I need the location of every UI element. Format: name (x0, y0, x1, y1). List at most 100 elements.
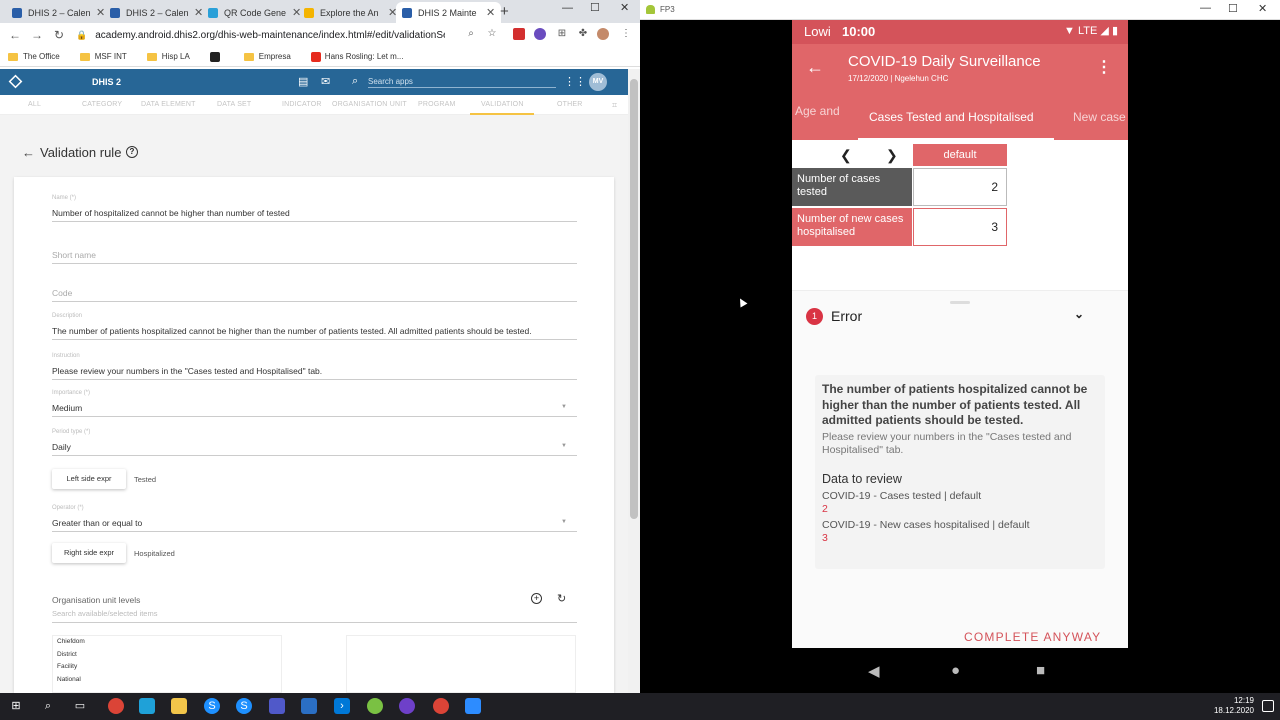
period-type-select[interactable]: Period type (*) Daily ▼ (52, 429, 577, 456)
tab-program[interactable]: PROGRAM (418, 101, 456, 108)
code-field[interactable]: Code (52, 287, 577, 302)
tab-data-element[interactable]: DATA ELEMENT (141, 101, 196, 108)
back-icon[interactable]: ← (4, 28, 26, 42)
back-arrow-icon[interactable]: ← (22, 145, 35, 160)
tab-all[interactable]: ALL (28, 101, 41, 108)
list-item[interactable]: District (53, 649, 281, 662)
chevron-right-icon[interactable]: ❯ (886, 147, 898, 164)
description-field[interactable]: Description The number of patients hospi… (52, 313, 577, 340)
task-view-icon[interactable]: ▭ (72, 698, 88, 714)
new-tab-plus-icon[interactable]: + (500, 3, 509, 20)
browser-tab-5-active[interactable]: DHIS 2 Mainte ✕ (396, 2, 502, 23)
pdf-extension-icon[interactable] (513, 28, 525, 40)
star-icon[interactable]: ☆ (486, 28, 498, 40)
bookmark-item[interactable]: The Office (8, 52, 60, 61)
file-explorer-icon[interactable] (171, 698, 187, 714)
browser-tab-4[interactable]: Explore the An ✕ (298, 2, 403, 23)
tab-organisation-unit[interactable]: ORGANISATION UNIT (332, 101, 407, 108)
scrollbar-thumb[interactable] (630, 79, 638, 519)
forward-icon[interactable]: → (26, 28, 48, 42)
bookmark-item[interactable]: Empresa (243, 52, 291, 61)
bookmark-item[interactable] (209, 51, 224, 62)
tab-new-cases[interactable]: New case (1073, 110, 1126, 124)
tab-cases-tested-hospitalised[interactable]: Cases Tested and Hospitalised (869, 110, 1034, 124)
tab-other[interactable]: OTHER (557, 101, 583, 108)
close-icon[interactable]: ✕ (486, 6, 495, 19)
back-arrow-icon[interactable]: ← (806, 57, 824, 78)
instruction-field[interactable]: Instruction Please review your numbers i… (52, 353, 577, 380)
close-window-icon[interactable]: ✕ (620, 1, 629, 14)
help-icon[interactable]: ? (126, 146, 138, 158)
browser-tab-1[interactable]: DHIS 2 – Calen ✕ (6, 2, 111, 23)
powershell-icon[interactable]: › (334, 698, 350, 714)
chevron-down-icon[interactable]: ⌄ (1074, 307, 1084, 321)
search-apps-input[interactable] (368, 75, 556, 88)
outlook-icon[interactable] (301, 698, 317, 714)
store-icon[interactable] (139, 698, 155, 714)
puzzle-icon[interactable]: ✤ (577, 28, 589, 40)
messages-icon[interactable]: ▤ (298, 75, 308, 88)
apps-grid-icon[interactable]: ⋮⋮ (564, 75, 586, 88)
notification-icon[interactable] (1262, 700, 1274, 712)
taskbar-clock[interactable]: 12:19 18.12.2020 (1214, 696, 1254, 716)
user-avatar[interactable]: MV (589, 73, 607, 91)
name-field[interactable]: Name (*) Number of hospitalized cannot b… (52, 195, 577, 222)
tab-category[interactable]: CATEGORY (82, 101, 122, 108)
maximize-icon[interactable]: ☐ (1228, 2, 1238, 15)
org-unit-search-input[interactable]: Search available/selected items (52, 609, 577, 623)
chrome-icon[interactable] (108, 698, 124, 714)
tab-data-set[interactable]: DATA SET (217, 101, 251, 108)
refresh-icon[interactable]: ↻ (557, 592, 566, 605)
list-item[interactable]: National (53, 674, 281, 687)
app-icon[interactable] (367, 698, 383, 714)
zoom-icon[interactable] (465, 698, 481, 714)
search-icon[interactable]: ⌕ (465, 28, 477, 40)
overflow-menu-icon[interactable]: ⋮ (1096, 57, 1112, 77)
new-cases-hospitalised-input[interactable]: 3 (913, 208, 1007, 246)
maximize-icon[interactable]: ☐ (590, 1, 600, 14)
bookmark-item[interactable]: Hisp LA (146, 52, 190, 61)
search-icon[interactable]: ⌕ (40, 698, 56, 714)
importance-select[interactable]: Importance (*) Medium ▼ (52, 390, 577, 417)
skype-icon[interactable]: S (204, 698, 220, 714)
chevron-left-icon[interactable]: ❮ (840, 147, 852, 164)
tab-validation[interactable]: VALIDATION (481, 101, 524, 108)
bookmark-item[interactable]: MSF INT (79, 52, 127, 61)
operator-select[interactable]: Operator (*) Greater than or equal to ▼ (52, 505, 577, 532)
left-side-expr-button[interactable]: Left side expr (52, 469, 126, 489)
crop-icon[interactable]: ⌗ (612, 100, 617, 111)
nav-home-icon[interactable]: ● (951, 662, 960, 679)
reload-icon[interactable]: ↻ (48, 28, 70, 42)
windows-start-icon[interactable]: ⊞ (8, 698, 24, 714)
add-circle-icon[interactable]: + (531, 593, 542, 604)
available-org-levels-list[interactable]: Chiefdom District Facility National (52, 635, 282, 693)
bookmark-item[interactable]: Hans Rosling: Let m... (310, 51, 404, 62)
tab-age-and[interactable]: Age and (795, 104, 840, 118)
cases-tested-input[interactable]: 2 (913, 168, 1007, 206)
drag-handle[interactable] (950, 301, 970, 304)
github-desktop-icon[interactable] (399, 698, 415, 714)
minimize-icon[interactable]: — (562, 2, 573, 14)
browser-tab-3[interactable]: QR Code Gene ✕ (202, 2, 307, 23)
url-input[interactable]: academy.android.dhis2.org/dhis-web-maint… (95, 30, 445, 41)
dhis-logo-icon[interactable] (8, 74, 23, 89)
complete-anyway-button[interactable]: COMPLETE ANYWAY (964, 630, 1101, 644)
short-name-field[interactable]: Short name (52, 249, 577, 264)
email-icon[interactable]: ✉ (321, 75, 330, 88)
grid-extension-icon[interactable]: ⊞ (556, 28, 568, 40)
extension-icon[interactable] (534, 28, 546, 40)
menu-dots-icon[interactable]: ⋮ (620, 28, 632, 40)
page-scrollbar[interactable] (628, 69, 640, 693)
list-item[interactable]: Facility (53, 661, 281, 674)
skype-business-icon[interactable]: S (236, 698, 252, 714)
nav-back-icon[interactable]: ◀ (868, 662, 880, 680)
right-side-expr-button[interactable]: Right side expr (52, 543, 126, 563)
list-item[interactable]: Chiefdom (53, 636, 281, 649)
tab-indicator[interactable]: INDICATOR (282, 101, 322, 108)
minimize-icon[interactable]: — (1200, 2, 1211, 14)
browser-tab-2[interactable]: DHIS 2 – Calen ✕ (104, 2, 209, 23)
close-window-icon[interactable]: ✕ (1258, 2, 1267, 15)
nav-recents-icon[interactable]: ■ (1036, 662, 1045, 679)
chrome-icon[interactable] (433, 698, 449, 714)
profile-avatar[interactable] (597, 28, 609, 40)
